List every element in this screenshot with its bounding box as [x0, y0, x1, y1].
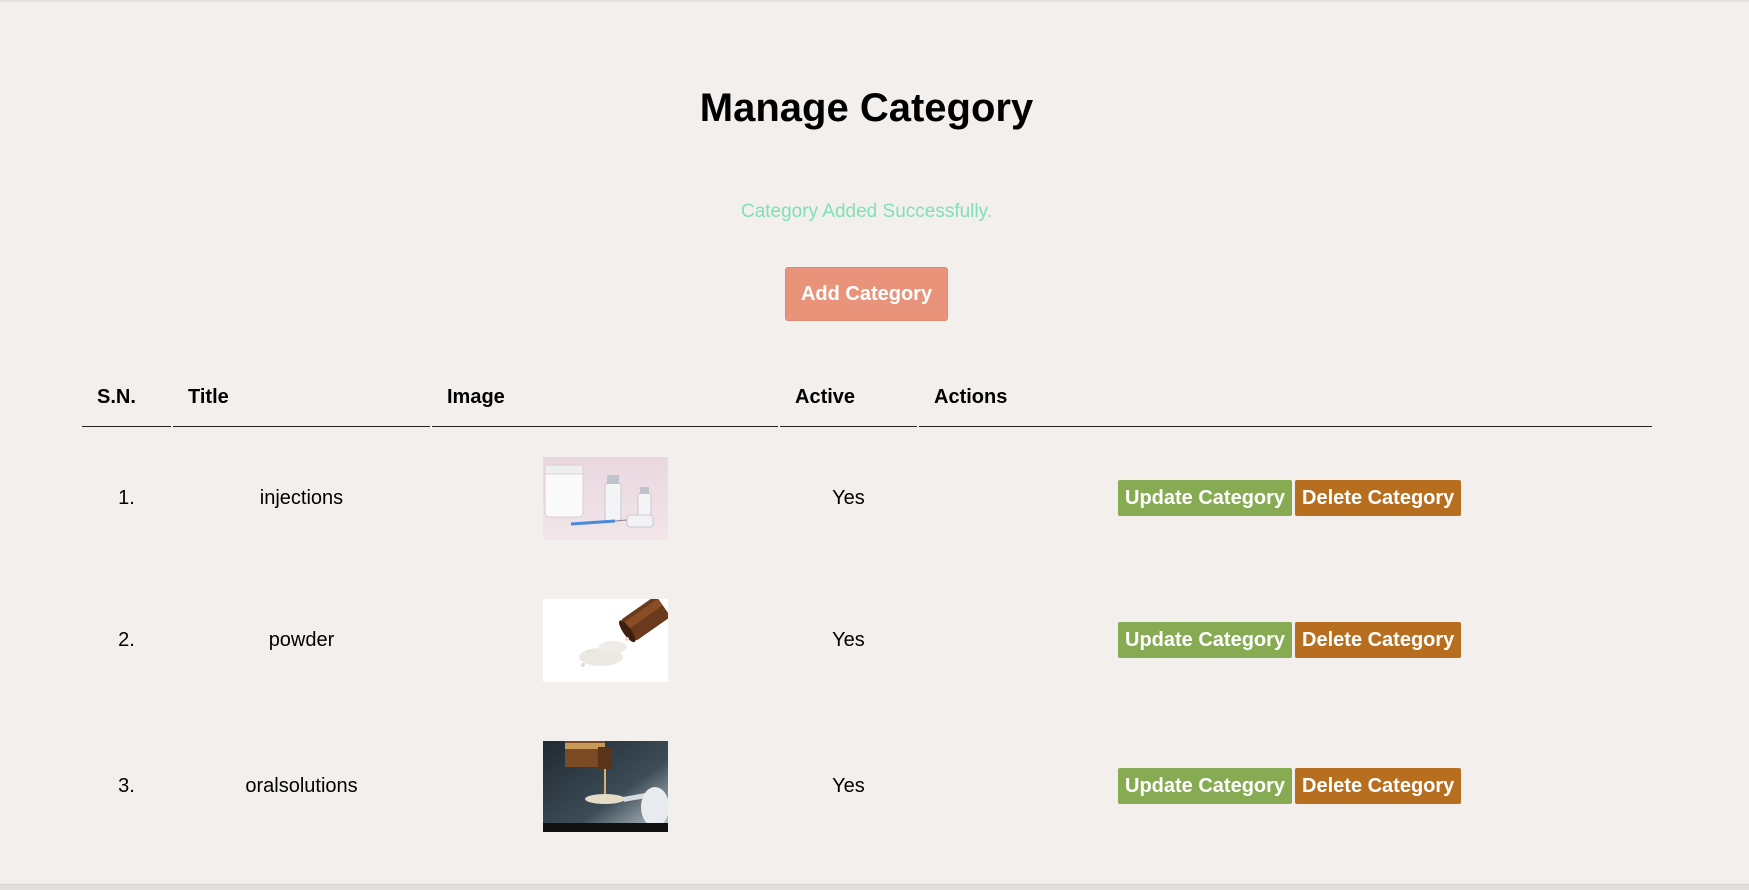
cell-actions: Update Category Delete Category — [919, 427, 1652, 569]
cell-title: injections — [259, 486, 344, 509]
category-table: S.N. Title Image Active Actions 1. injec… — [80, 370, 1654, 861]
cell-sn: 1. — [118, 486, 135, 509]
cell-actions: Update Category Delete Category — [919, 711, 1652, 861]
update-category-button[interactable]: Update Category — [1118, 480, 1293, 516]
cell-image — [432, 711, 778, 861]
injections-image — [542, 456, 668, 540]
table-row: 1. injections Yes Update Category Delete… — [82, 427, 1652, 569]
cell-actions: Update Category Delete Category — [919, 569, 1652, 711]
bottom-border — [0, 884, 1749, 890]
cell-title: oralsolutions — [245, 774, 358, 797]
cell-image — [432, 569, 778, 711]
table-header-row: S.N. Title Image Active Actions — [82, 370, 1652, 427]
add-category-button[interactable]: Add Category — [785, 267, 948, 321]
cell-image — [432, 427, 778, 569]
delete-category-button[interactable]: Delete Category — [1295, 622, 1462, 658]
table-row: 2. powder Yes Update Category Delete Cat… — [82, 569, 1652, 711]
header-active: Active — [780, 370, 917, 427]
delete-category-button[interactable]: Delete Category — [1295, 768, 1462, 804]
cell-title: powder — [268, 628, 335, 651]
update-category-button[interactable]: Update Category — [1118, 622, 1293, 658]
cell-sn: 3. — [118, 774, 135, 797]
cell-active: Yes — [832, 628, 865, 651]
oralsolutions-image — [542, 740, 668, 832]
delete-category-button[interactable]: Delete Category — [1295, 480, 1462, 516]
header-sn: S.N. — [82, 370, 171, 427]
header-title: Title — [173, 370, 430, 427]
header-image: Image — [432, 370, 778, 427]
powder-image — [542, 598, 668, 682]
update-category-button[interactable]: Update Category — [1118, 768, 1293, 804]
cell-sn: 2. — [118, 628, 135, 651]
table-row: 3. oralsolutions Yes Update Category Del… — [82, 711, 1652, 861]
page-title: Manage Category — [699, 86, 1034, 130]
cell-active: Yes — [832, 774, 865, 797]
cell-active: Yes — [832, 486, 865, 509]
header-actions: Actions — [919, 370, 1652, 427]
success-message: Category Added Successfully. — [740, 201, 992, 222]
top-border — [0, 0, 1749, 2]
